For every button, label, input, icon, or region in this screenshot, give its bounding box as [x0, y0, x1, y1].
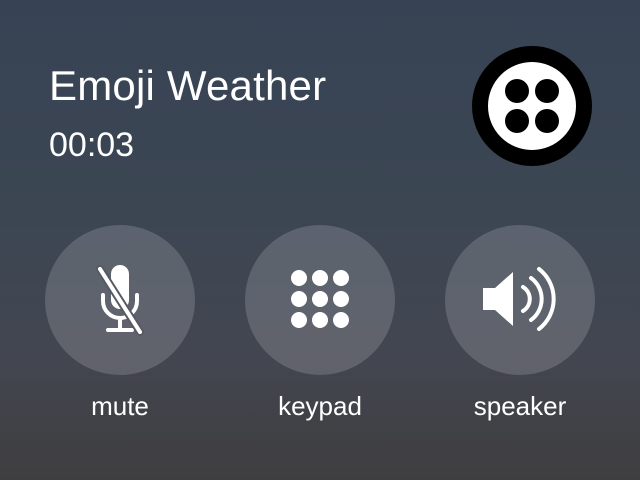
microphone-muted-icon [96, 265, 144, 336]
keypad-label: keypad [278, 391, 362, 421]
mute-button[interactable] [45, 225, 195, 375]
keypad-grid-icon [291, 270, 349, 328]
mute-label: mute [91, 391, 149, 421]
speaker-volume-icon [483, 267, 556, 331]
keypad-control: keypad [245, 225, 395, 425]
keypad-button[interactable] [245, 225, 395, 375]
speaker-label: speaker [473, 391, 567, 421]
speaker-button[interactable] [445, 225, 595, 375]
speaker-control: speaker [445, 225, 595, 425]
call-screen: Emoji Weather 00:03 mute keypad speaker [0, 0, 640, 480]
mute-control: mute [45, 225, 195, 425]
call-controls: mute keypad speaker [0, 0, 640, 480]
